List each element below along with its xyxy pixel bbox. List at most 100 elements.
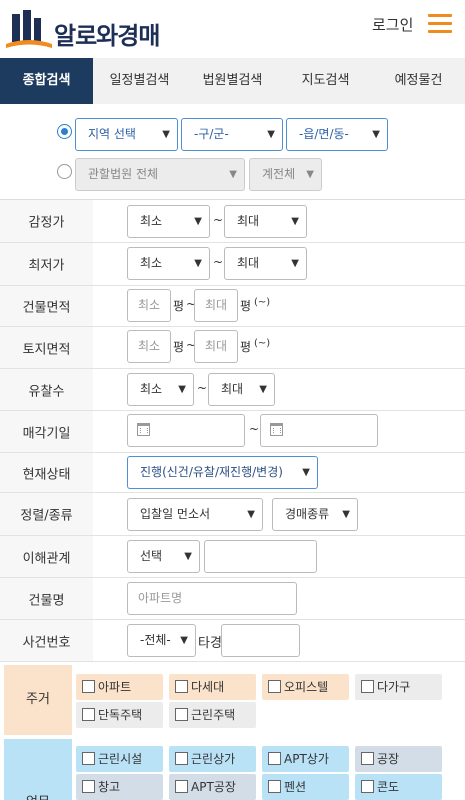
failed-count-max-select[interactable]: 최대 ▼ (208, 373, 275, 406)
check-multi-family[interactable]: 다가구 (355, 674, 442, 700)
region-filter: 지역 선택 ▼ -구/군- ▼ -읍/면/동- ▼ 관할법원 전체 ▼ 계전체 ▼ (0, 104, 465, 200)
range-separator: ~ (213, 255, 224, 269)
building-area-min-input[interactable]: 최소 (127, 289, 171, 322)
checkbox-icon[interactable] (175, 752, 188, 765)
failed-count-label: 유찰수 (0, 369, 93, 410)
check-condo[interactable]: 콘도 (355, 774, 442, 800)
appraisal-min-select[interactable]: 최소 ▼ (127, 205, 210, 238)
case-year-select[interactable]: -전체- ▼ (127, 624, 196, 657)
checkbox-icon[interactable] (175, 680, 188, 693)
sort-label: 정렬/종류 (0, 493, 93, 535)
check-apt-shop[interactable]: APT상가 (262, 746, 349, 772)
dropdown-arrow-icon: ▼ (229, 169, 237, 180)
tab-court-search[interactable]: 법원별검색 (186, 58, 279, 104)
pyeong-unit: 평 (173, 340, 185, 354)
checkbox-icon[interactable] (82, 752, 95, 765)
building-name-input[interactable]: 아파트명 (127, 582, 297, 615)
check-neighborhood-shop[interactable]: 근린상가 (169, 746, 256, 772)
dropdown-arrow-icon: ▼ (194, 216, 202, 227)
dropdown-arrow-icon: ▼ (180, 635, 188, 646)
check-apartment[interactable]: 아파트 (76, 674, 163, 700)
dropdown-arrow-icon: ▼ (372, 129, 380, 140)
land-area-max-input[interactable]: 최대 (194, 330, 238, 363)
dropdown-arrow-icon: ▼ (267, 129, 275, 140)
court-radio[interactable] (57, 164, 72, 179)
checkbox-icon[interactable] (361, 780, 374, 793)
range-separator: ~ (249, 422, 260, 436)
town-select[interactable]: -읍/면/동- ▼ (286, 118, 388, 151)
status-select[interactable]: 진행(신건/유찰/재진행/변경) ▼ (127, 456, 318, 489)
checkbox-icon[interactable] (361, 680, 374, 693)
pyeong-unit: 평 (173, 299, 185, 313)
login-link[interactable]: 로그인 (372, 14, 413, 35)
building-area-row: 건물면적 최소 평 ~ 최대 평 (~) (0, 286, 465, 327)
commercial-label: 업무 (4, 739, 72, 800)
tab-general-search[interactable]: 종합검색 (0, 58, 93, 104)
building-name-label: 건물명 (0, 578, 93, 619)
sale-date-start-input[interactable] (127, 414, 245, 447)
calendar-icon[interactable] (137, 423, 150, 436)
dropdown-arrow-icon: ▼ (178, 384, 186, 395)
sale-date-end-input[interactable] (260, 414, 378, 447)
commercial-category: 업무 근린시설 근린상가 APT상가 공장 창고 APT공장 펜션 콘도 (0, 739, 465, 800)
interest-select[interactable]: 선택 ▼ (127, 540, 200, 573)
appraisal-max-select[interactable]: 최대 ▼ (224, 205, 307, 238)
range-separator: ~ (213, 213, 224, 227)
minimum-price-max-select[interactable]: 최대 ▼ (224, 247, 307, 280)
check-warehouse[interactable]: 창고 (76, 774, 163, 800)
checkbox-icon[interactable] (82, 780, 95, 793)
tab-upcoming[interactable]: 예정물건 (372, 58, 465, 104)
appraisal-label: 감정가 (0, 200, 93, 242)
appraisal-row: 감정가 최소 ▼ ~ 최대 ▼ (0, 200, 465, 243)
check-detached-house[interactable]: 단독주택 (76, 702, 163, 728)
minimum-price-row: 최저가 최소 ▼ ~ 최대 ▼ (0, 243, 465, 286)
residential-label: 주거 (4, 665, 72, 735)
check-neighborhood-facility[interactable]: 근린시설 (76, 746, 163, 772)
checkbox-icon[interactable] (268, 680, 281, 693)
checkbox-icon[interactable] (175, 708, 188, 721)
tab-schedule-search[interactable]: 일정별검색 (93, 58, 186, 104)
failed-count-row: 유찰수 최소 ▼ ~ 최대 ▼ (0, 369, 465, 411)
building-area-max-input[interactable]: 최대 (194, 289, 238, 322)
branch-select[interactable]: 계전체 ▼ (249, 158, 322, 191)
dropdown-arrow-icon: ▼ (291, 258, 299, 269)
minimum-price-min-select[interactable]: 최소 ▼ (127, 247, 210, 280)
region-radio[interactable] (57, 124, 72, 139)
checkbox-icon[interactable] (268, 752, 281, 765)
failed-count-min-select[interactable]: 최소 ▼ (127, 373, 194, 406)
dropdown-arrow-icon: ▼ (291, 216, 299, 227)
dropdown-arrow-icon: ▼ (194, 258, 202, 269)
hamburger-menu-icon[interactable] (428, 14, 452, 36)
district-select[interactable]: -구/군- ▼ (181, 118, 283, 151)
site-logo[interactable]: 알로와경매 (4, 6, 182, 52)
area-select[interactable]: 지역 선택 ▼ (75, 118, 178, 151)
checkbox-icon[interactable] (361, 752, 374, 765)
case-number-input[interactable] (221, 624, 300, 657)
dropdown-arrow-icon: ▼ (342, 509, 350, 520)
pyeong-unit: 평 (240, 340, 252, 354)
check-apt-factory[interactable]: APT공장 (169, 774, 256, 800)
land-area-min-input[interactable]: 최소 (127, 330, 171, 363)
interest-input[interactable] (204, 540, 317, 573)
sort-order-select[interactable]: 입찰일 먼소서 ▼ (127, 498, 263, 531)
pyeong-unit: 평 (240, 299, 252, 313)
area-conversion-note: (~) (254, 338, 271, 349)
check-neighborhood-house[interactable]: 근린주택 (169, 702, 256, 728)
check-officetel[interactable]: 오피스텔 (262, 674, 349, 700)
checkbox-icon[interactable] (268, 780, 281, 793)
tab-map-search[interactable]: 지도검색 (279, 58, 372, 104)
checkbox-icon[interactable] (82, 680, 95, 693)
calendar-icon[interactable] (270, 423, 283, 436)
sort-row: 정렬/종류 입찰일 먼소서 ▼ 경매종류 ▼ (0, 493, 465, 536)
check-multiplex[interactable]: 다세대 (169, 674, 256, 700)
auction-kind-select[interactable]: 경매종류 ▼ (272, 498, 358, 531)
checkbox-icon[interactable] (82, 708, 95, 721)
residential-category: 주거 아파트 다세대 오피스텔 다가구 단독주택 근린주택 (0, 665, 465, 735)
dropdown-arrow-icon: ▼ (302, 467, 310, 478)
area-conversion-note: (~) (254, 297, 271, 308)
court-select[interactable]: 관할법원 전체 ▼ (75, 158, 245, 191)
check-factory[interactable]: 공장 (355, 746, 442, 772)
check-pension[interactable]: 펜션 (262, 774, 349, 800)
range-separator: ~ (197, 381, 208, 395)
checkbox-icon[interactable] (175, 780, 188, 793)
